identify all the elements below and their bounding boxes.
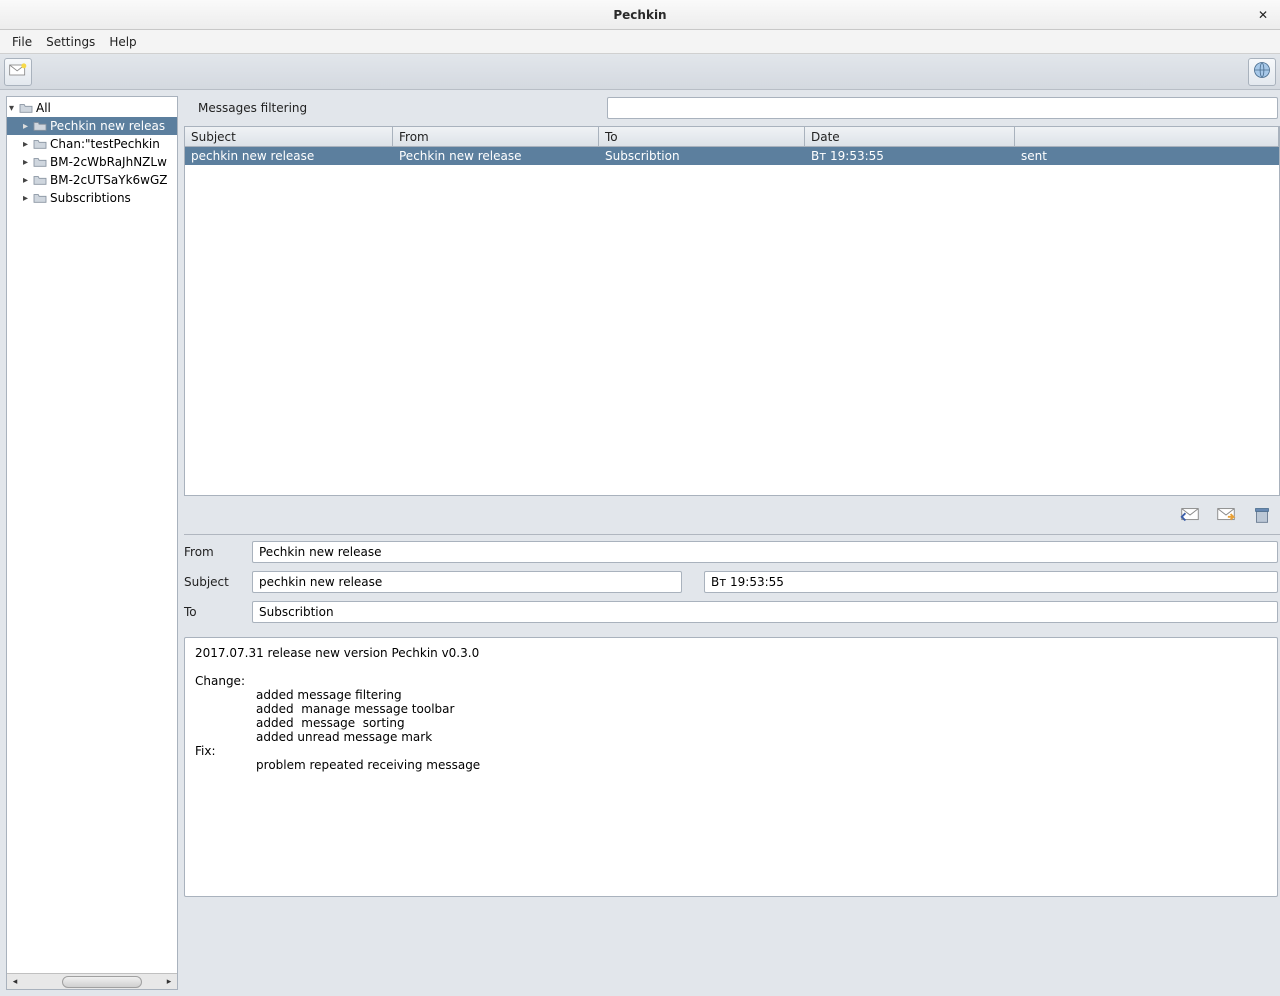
tree-node[interactable]: ▸ BM-2cUTSaYk6wGZ xyxy=(7,171,177,189)
message-body[interactable]: 2017.07.31 release new version Pechkin v… xyxy=(184,637,1278,897)
menu-file[interactable]: File xyxy=(6,33,38,51)
chevron-right-icon: ▸ xyxy=(23,139,33,150)
forward-mail-icon xyxy=(1214,504,1238,529)
tree-label: BM-2cUTSaYk6wGZ xyxy=(50,173,167,187)
subject-field[interactable]: pechkin new release xyxy=(252,571,682,593)
network-button[interactable] xyxy=(1248,58,1276,86)
trash-icon xyxy=(1250,504,1274,529)
to-label: To xyxy=(184,605,242,619)
table-row[interactable]: pechkin new release Pechkin new release … xyxy=(185,147,1279,165)
filter-row: Messages filtering xyxy=(184,96,1280,126)
menu-settings[interactable]: Settings xyxy=(40,33,101,51)
folder-icon xyxy=(33,120,47,132)
date-field[interactable]: Вт 19:53:55 xyxy=(704,571,1278,593)
cell-subject: pechkin new release xyxy=(185,149,393,163)
cell-from: Pechkin new release xyxy=(393,149,599,163)
menu-help[interactable]: Help xyxy=(103,33,142,51)
chevron-right-icon: ▸ xyxy=(23,175,33,186)
folder-tree: ▾ All ▸ Pechkin new releas ▸ Chan:"testP… xyxy=(7,97,177,973)
cell-status: sent xyxy=(1015,149,1279,163)
filter-label: Messages filtering xyxy=(198,101,307,115)
tree-label: Chan:"testPechkin xyxy=(50,137,160,151)
table-header-row: Subject From To Date xyxy=(185,127,1279,147)
folder-icon xyxy=(19,102,33,114)
to-field[interactable]: Subscribtion xyxy=(252,601,1278,623)
from-field[interactable]: Pechkin new release xyxy=(252,541,1278,563)
tree-label: BM-2cWbRaJhNZLw xyxy=(50,155,167,169)
compose-button[interactable] xyxy=(4,58,32,86)
main-panel: Messages filtering Subject From To Date … xyxy=(178,90,1280,996)
column-header-date[interactable]: Date xyxy=(805,127,1015,146)
from-label: From xyxy=(184,545,242,559)
folder-icon xyxy=(33,156,47,168)
tree-label: All xyxy=(36,101,51,115)
folder-sidebar: ▾ All ▸ Pechkin new releas ▸ Chan:"testP… xyxy=(6,96,178,990)
chevron-right-icon: ▸ xyxy=(23,193,33,204)
cell-date: Вт 19:53:55 xyxy=(805,149,1015,163)
tree-label: Pechkin new releas xyxy=(50,119,165,133)
column-header-subject[interactable]: Subject xyxy=(185,127,393,146)
titlebar: Pechkin ✕ xyxy=(0,0,1280,30)
app-window: Pechkin ✕ File Settings Help xyxy=(0,0,1280,996)
column-header-status[interactable] xyxy=(1015,127,1279,146)
content-area: ▾ All ▸ Pechkin new releas ▸ Chan:"testP… xyxy=(0,90,1280,996)
scroll-right-icon[interactable]: ▸ xyxy=(161,975,177,989)
chevron-down-icon: ▾ xyxy=(9,103,19,114)
table-body: pechkin new release Pechkin new release … xyxy=(185,147,1279,495)
subject-label: Subject xyxy=(184,575,242,589)
close-icon[interactable]: ✕ xyxy=(1258,8,1272,22)
folder-icon xyxy=(33,138,47,150)
folder-icon xyxy=(33,174,47,186)
column-header-to[interactable]: To xyxy=(599,127,805,146)
globe-icon xyxy=(1252,60,1272,83)
chevron-right-icon: ▸ xyxy=(23,121,33,132)
message-detail: From Pechkin new release Subject pechkin… xyxy=(184,541,1280,897)
tree-node-all[interactable]: ▾ All xyxy=(7,99,177,117)
column-header-from[interactable]: From xyxy=(393,127,599,146)
window-title: Pechkin xyxy=(613,8,666,22)
tree-label: Subscribtions xyxy=(50,191,131,205)
menubar: File Settings Help xyxy=(0,30,1280,54)
cell-to: Subscribtion xyxy=(599,149,805,163)
scrollbar-thumb[interactable] xyxy=(62,976,142,988)
tree-node[interactable]: ▸ Pechkin new releas xyxy=(7,117,177,135)
message-table: Subject From To Date pechkin new release… xyxy=(184,126,1280,496)
tree-node[interactable]: ▸ BM-2cWbRaJhNZLw xyxy=(7,153,177,171)
tree-node[interactable]: ▸ Chan:"testPechkin xyxy=(7,135,177,153)
message-toolbar xyxy=(184,496,1280,535)
horizontal-scrollbar[interactable]: ◂ ▸ xyxy=(7,973,177,989)
compose-mail-icon xyxy=(8,60,28,83)
forward-button[interactable] xyxy=(1210,502,1242,530)
filter-input[interactable] xyxy=(607,97,1278,119)
scroll-left-icon[interactable]: ◂ xyxy=(7,975,23,989)
tree-node[interactable]: ▸ Subscribtions xyxy=(7,189,177,207)
reply-mail-icon xyxy=(1178,504,1202,529)
chevron-right-icon: ▸ xyxy=(23,157,33,168)
reply-button[interactable] xyxy=(1174,502,1206,530)
folder-icon xyxy=(33,192,47,204)
delete-button[interactable] xyxy=(1246,502,1278,530)
main-toolbar xyxy=(0,54,1280,90)
